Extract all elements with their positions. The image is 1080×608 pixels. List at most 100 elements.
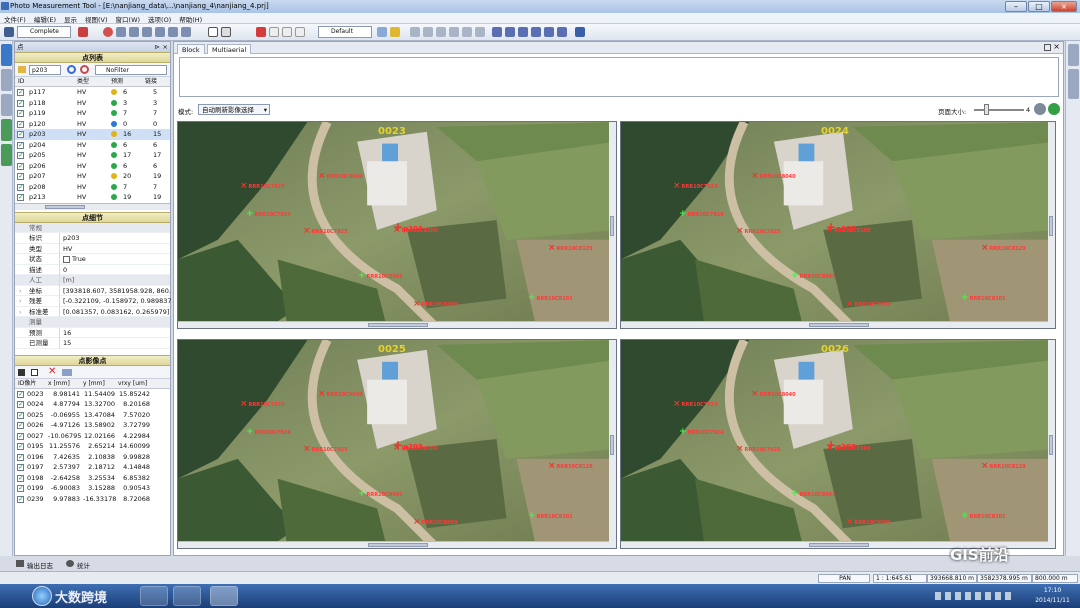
ratio-1-1-icon[interactable] (269, 27, 279, 37)
aerial-image-view[interactable]: 0026 ×RRR10C7923 +RRR10C7924 ×RRR10C7925 ×RR… (620, 339, 1056, 549)
tie-point-marker[interactable]: ×RRR10C8099 (413, 300, 458, 310)
tie-point-marker[interactable]: ×RRR10C8129 (981, 462, 1026, 472)
row-checkbox[interactable] (17, 410, 24, 420)
tool-c-icon[interactable] (436, 27, 446, 37)
tie-point-marker[interactable]: ×RRR10C7925 (736, 227, 781, 237)
pick-icon[interactable] (78, 27, 88, 37)
property-row[interactable]: 预测 16 (15, 327, 170, 338)
network-b-icon[interactable] (505, 27, 515, 37)
point-row[interactable]: p120 HV 0 0 (15, 119, 170, 129)
uncheck-all-icon[interactable] (31, 368, 38, 376)
row-checkbox[interactable] (17, 129, 24, 140)
properties-icon[interactable] (1068, 44, 1079, 66)
property-row[interactable]: 标识 p203 (15, 233, 170, 244)
selected-point-marker[interactable]: +p203 (826, 221, 856, 234)
image-point-row[interactable]: 0196 7.42635 2.10838 9.99828 (15, 452, 170, 462)
tie-point-marker[interactable]: ×RRR10C8040 (751, 172, 796, 182)
col-image-id[interactable]: ID像片 (18, 379, 36, 389)
delete-icon[interactable]: ✕ (48, 366, 56, 377)
tie-point-marker[interactable]: +RRR10C8041 (791, 272, 836, 282)
zoom-in-icon[interactable] (116, 27, 126, 37)
tie-point-marker[interactable]: ×RRR10C8040 (318, 390, 363, 400)
filter-combo[interactable]: NoFilter (95, 65, 167, 75)
clock-date[interactable]: 2014/11/11 (1030, 597, 1075, 604)
dock-log-icon[interactable] (1, 144, 12, 166)
image-point-row[interactable]: 0195 11.25576 2.65214 14.60099 (15, 441, 170, 452)
mode-select[interactable]: 自动刷新影像选择 ▾ (198, 104, 270, 115)
tie-point-marker[interactable]: ×RRR10C7923 (240, 182, 285, 192)
row-checkbox[interactable] (17, 140, 24, 150)
tool-a-icon[interactable] (410, 27, 420, 37)
pin-icon[interactable]: ⊳ (155, 42, 160, 52)
tie-point-marker[interactable]: ×RRR10C8099 (846, 300, 891, 310)
point-row[interactable]: p204 HV 6 6 (15, 140, 170, 150)
minimize-button[interactable]: – (1005, 1, 1027, 12)
point-row[interactable]: p205 HV 17 17 (15, 150, 170, 161)
row-checkbox[interactable] (17, 431, 24, 441)
panel-close-icon[interactable]: × (163, 42, 168, 52)
aerial-image-view[interactable]: 0023 ×RRR10C7923 +RRR10C7924 ×RRR10C7925 ×RR… (177, 121, 617, 329)
col-id[interactable]: ID (18, 77, 24, 87)
pen-icon[interactable] (377, 27, 387, 37)
clear-search-icon[interactable] (80, 65, 89, 74)
taskbar-app-pmt[interactable] (210, 586, 238, 606)
tie-point-marker[interactable]: ×RRR10C8099 (846, 518, 891, 528)
selected-point-marker[interactable]: +p203 (393, 439, 423, 452)
property-row[interactable]: 残差 [-0.322109, -0.158972, 0.989837] › (15, 296, 171, 307)
image-point-row[interactable]: 0198 -2.64258 3.25534 6.85382 (15, 473, 170, 483)
tie-point-marker[interactable]: ×RRR10C8040 (318, 172, 363, 182)
point-row[interactable]: p206 HV 6 6 (15, 161, 170, 171)
maximize-button[interactable]: □ (1028, 1, 1050, 12)
tie-point-marker[interactable]: ×RRR10C8099 (413, 518, 458, 528)
network-a-icon[interactable] (492, 27, 502, 37)
dock-points-icon[interactable] (1, 44, 12, 66)
expand-icon[interactable]: › (19, 307, 22, 318)
tie-point-marker[interactable]: ×RRR10C8129 (548, 244, 593, 254)
row-checkbox[interactable] (17, 98, 24, 108)
save-icon[interactable] (4, 27, 14, 37)
start-orb-icon[interactable] (32, 586, 52, 606)
taskbar-app-explorer[interactable] (173, 586, 201, 606)
property-category[interactable]: 测量 (15, 317, 170, 328)
folder-icon[interactable] (18, 66, 26, 73)
image-hscroll[interactable] (178, 321, 610, 328)
selected-point-marker[interactable]: +p203 (826, 439, 856, 452)
tool-d-icon[interactable] (449, 27, 459, 37)
row-checkbox[interactable] (17, 161, 24, 171)
row-checkbox[interactable] (17, 150, 24, 161)
help-icon[interactable] (575, 27, 585, 37)
image-point-row[interactable]: 0024 4.87794 13.32700 8.20168 (15, 399, 170, 410)
network-f-icon[interactable] (557, 27, 567, 37)
network-c-icon[interactable] (518, 27, 528, 37)
image-point-row[interactable]: 0197 2.57397 2.18712 4.14848 (15, 462, 170, 473)
tab-output-log[interactable]: 输出日志 (27, 560, 53, 570)
image-vscroll[interactable] (609, 340, 616, 548)
tool-e-icon[interactable] (462, 27, 472, 37)
row-checkbox[interactable] (17, 483, 24, 494)
col-linked[interactable]: 链接 (145, 77, 157, 87)
prev-page-icon[interactable] (1034, 103, 1046, 115)
property-row[interactable]: 坐标 [393818.607, 3581958.928, 860.... › (15, 285, 171, 296)
pan-hand-icon[interactable] (221, 27, 231, 37)
next-page-icon[interactable] (1048, 103, 1060, 115)
target-icon[interactable] (103, 27, 113, 37)
restore-doc-icon[interactable] (1044, 44, 1051, 51)
image-vscroll[interactable] (609, 122, 616, 328)
close-button[interactable]: × (1051, 1, 1077, 12)
image-vscroll[interactable] (1048, 340, 1055, 548)
image-point-row[interactable]: 0199 -6.90083 3.15288 0.90543 (15, 483, 170, 494)
mode-combo[interactable]: Complete (17, 26, 71, 38)
col-vrxy[interactable]: vrxy [um] (118, 379, 147, 389)
row-checkbox[interactable] (17, 182, 24, 192)
tie-point-marker[interactable]: +RRR10C8041 (791, 490, 836, 500)
dock-measure-icon[interactable] (1, 94, 12, 116)
point-row[interactable]: p213 HV 19 19 (15, 192, 170, 203)
zoom-window-icon[interactable] (142, 27, 152, 37)
cross-icon[interactable] (256, 27, 266, 37)
point-row[interactable]: p203 HV 16 15 (15, 129, 170, 140)
property-value[interactable]: True (59, 254, 171, 265)
tool-f-icon[interactable] (475, 27, 485, 37)
pointer-icon[interactable] (208, 27, 218, 37)
tie-point-marker[interactable]: ×RRR10C8040 (751, 390, 796, 400)
tie-point-marker[interactable]: +RRR10C8041 (358, 272, 403, 282)
